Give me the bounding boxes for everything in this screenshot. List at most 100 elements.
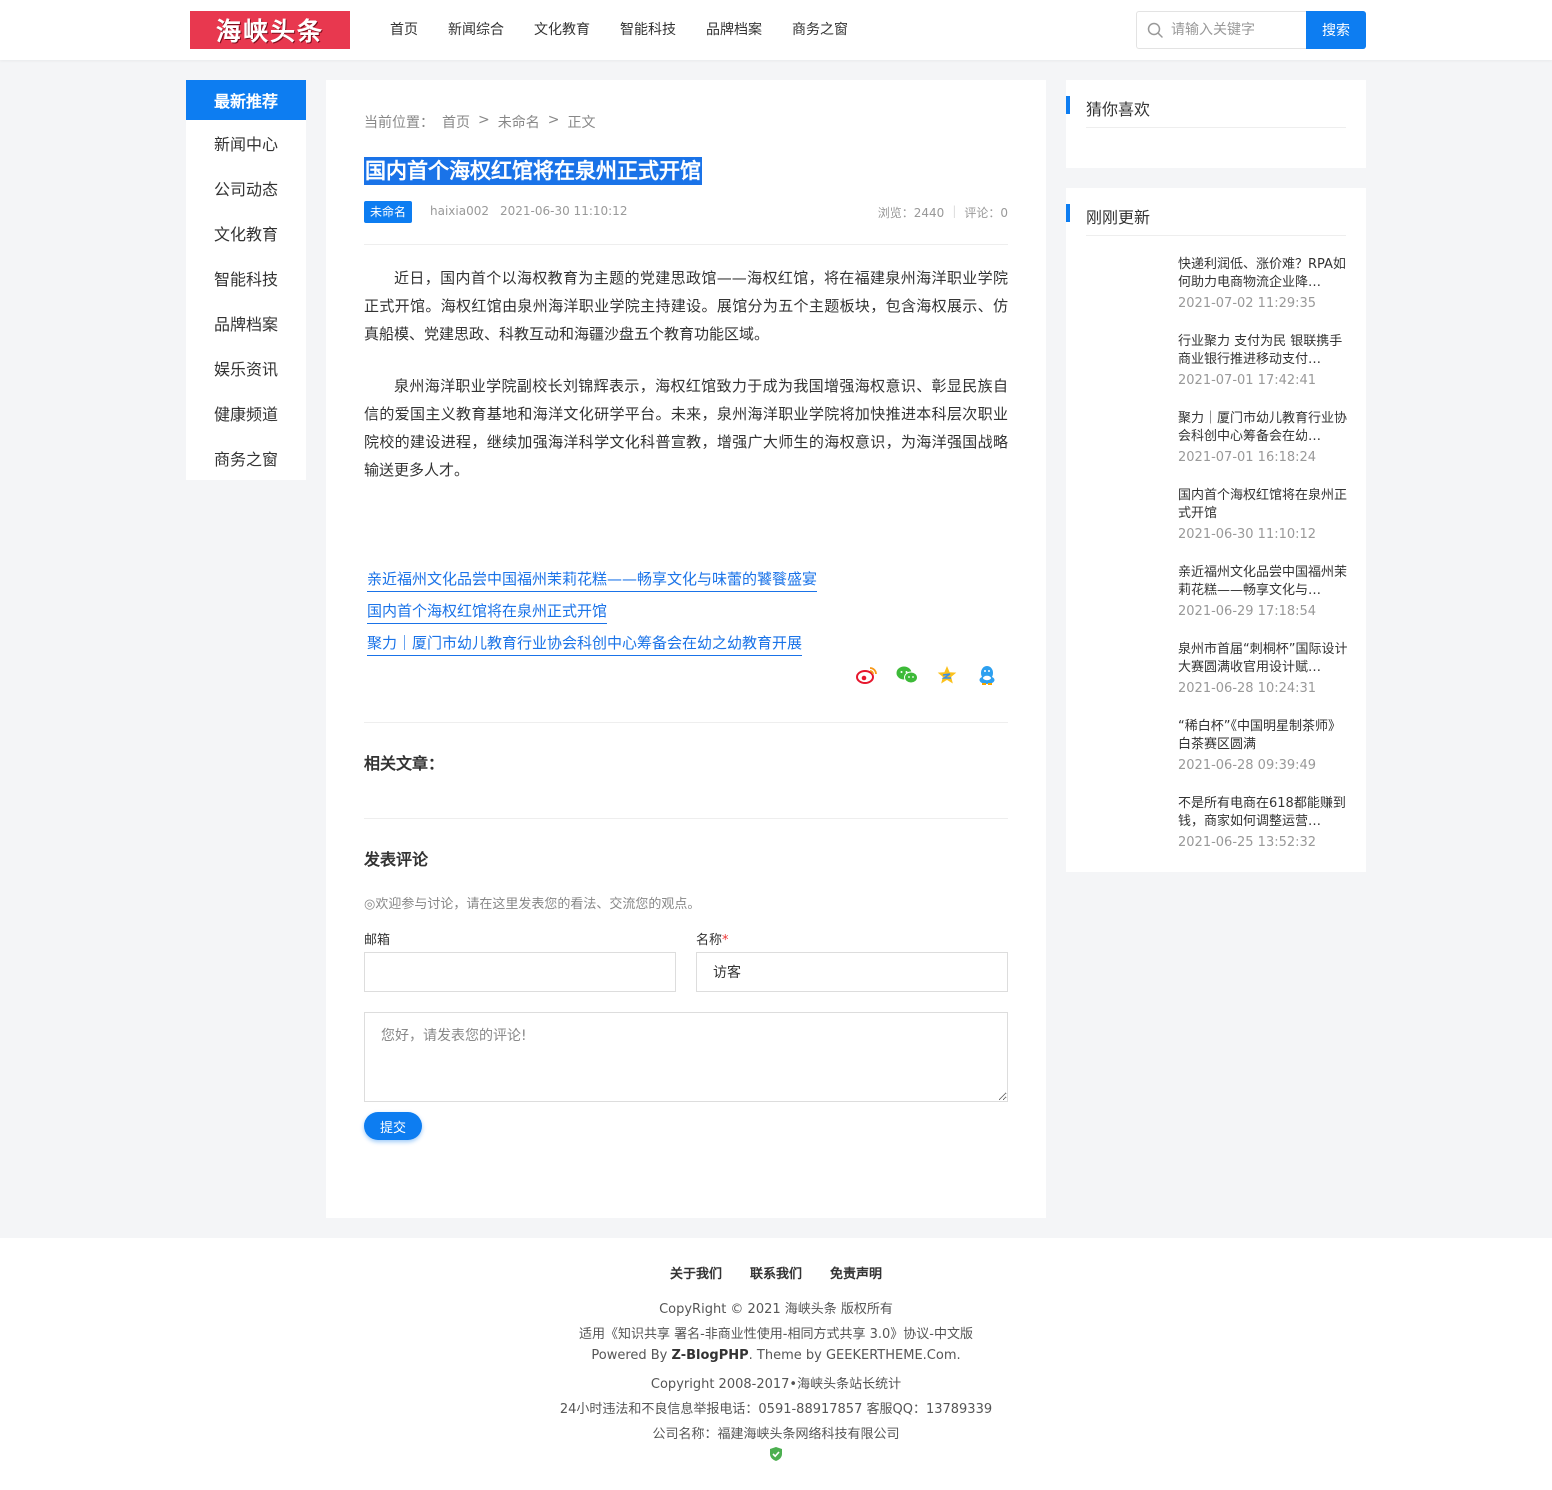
site-footer: 关于我们 联系我们 免责声明 CopyRight © 2021 海峡头条 版权所… bbox=[0, 1238, 1552, 1490]
article-body: 近日，国内首个以海权教育为主题的党建思政馆——海权红馆，将在福建泉州海洋职业学院… bbox=[364, 264, 1008, 508]
weibo-icon[interactable] bbox=[856, 664, 878, 686]
article-date: 2021-06-30 11:10:12 bbox=[500, 204, 628, 218]
wechat-icon[interactable] bbox=[896, 664, 918, 686]
footer-link-disclaimer[interactable]: 免责声明 bbox=[830, 1263, 882, 1282]
article-title: 国内首个海权红馆将在泉州正式开馆 bbox=[364, 157, 702, 185]
divider bbox=[1086, 127, 1346, 128]
divider bbox=[1086, 235, 1346, 236]
guess-you-like-title: 猜你喜欢 bbox=[1086, 100, 1151, 119]
left-nav-item-news-center[interactable]: 新闻中心 bbox=[186, 120, 306, 165]
article-link[interactable]: 亲近福州文化品尝中国福州茉莉花糕——畅享文化与味蕾的饕餮盛宴 bbox=[367, 567, 818, 592]
breadcrumb-prefix: 当前位置： bbox=[364, 115, 434, 131]
shield-icon[interactable] bbox=[769, 1446, 783, 1462]
related-articles-title: 相关文章： bbox=[364, 754, 445, 773]
comment-textarea[interactable] bbox=[364, 1012, 1008, 1102]
footer-report: 24小时违法和不良信息举报电话：0591-88917857 客服QQ：13789… bbox=[559, 1402, 993, 1417]
article-links: 亲近福州文化品尝中国福州茉莉花糕——畅享文化与味蕾的饕餮盛宴 国内首个海权红馆将… bbox=[367, 567, 818, 663]
recent-news-item[interactable]: 泉州市首届“刺桐杯”国际设计大赛圆满收官用设计赋… 2021-06-28 10:… bbox=[1178, 641, 1348, 698]
footer-copyright: CopyRight © 2021 海峡头条 版权所有 bbox=[659, 1302, 893, 1317]
footer-license[interactable]: 适用《知识共享 署名-非商业性使用-相同方式共享 3.0》协议-中文版 bbox=[0, 1323, 1552, 1342]
article-author: haixia002 bbox=[430, 204, 489, 218]
recent-news-date: 2021-06-30 11:10:12 bbox=[1178, 527, 1317, 542]
site-header: 海峡头条 首页 新闻综合 文化教育 智能科技 品牌档案 商务之窗 搜索 bbox=[0, 0, 1552, 60]
left-nav-item-entertainment[interactable]: 娱乐资讯 bbox=[186, 345, 306, 390]
main-nav: 首页 新闻综合 文化教育 智能科技 品牌档案 商务之窗 bbox=[390, 19, 878, 41]
nav-culture-education[interactable]: 文化教育 bbox=[534, 19, 590, 41]
recent-updates-box: 刚刚更新 快递利润低、涨价难？RPA如何助力电商物流企业降… 2021-07-0… bbox=[1066, 188, 1366, 872]
recent-news-date: 2021-07-01 16:18:24 bbox=[1178, 450, 1317, 465]
recent-news-date: 2021-06-28 09:39:49 bbox=[1178, 758, 1317, 773]
recent-news-item[interactable]: 国内首个海权红馆将在泉州正式开馆 2021-06-30 11:10:12 bbox=[1178, 487, 1348, 544]
recent-news-title: 行业聚力 支付为民 银联携手商业银行推进移动支付… bbox=[1178, 334, 1343, 367]
recent-news-date: 2021-07-01 17:42:41 bbox=[1178, 373, 1317, 388]
nav-brand-archive[interactable]: 品牌档案 bbox=[706, 19, 762, 41]
article-paragraph: 泉州海洋职业学院副校长刘锦辉表示，海权红馆致力于成为我国增强海权意识、彰显民族自… bbox=[364, 377, 1008, 479]
recent-news-item[interactable]: 亲近福州文化品尝中国福州茉莉花糕——畅享文化与… 2021-06-29 17:1… bbox=[1178, 564, 1348, 621]
recent-news-title: 泉州市首届“刺桐杯”国际设计大赛圆满收官用设计赋… bbox=[1178, 642, 1348, 675]
site-logo[interactable]: 海峡头条 bbox=[190, 11, 350, 49]
article-link[interactable]: 国内首个海权红馆将在泉州正式开馆 bbox=[367, 599, 608, 624]
article-meta: 未命名 haixia002 2021-06-30 11:10:12 浏览：244… bbox=[364, 200, 1008, 224]
recent-news-item[interactable]: 聚力｜厦门市幼儿教育行业协会科创中心筹备会在幼… 2021-07-01 16:1… bbox=[1178, 410, 1348, 467]
search-box: 搜索 bbox=[1136, 11, 1366, 49]
nav-home[interactable]: 首页 bbox=[390, 19, 418, 41]
recent-news-date: 2021-06-25 13:52:32 bbox=[1178, 835, 1317, 850]
recent-news-item[interactable]: “稀白杯”《中国明星制茶师》白茶赛区圆满 2021-06-28 09:39:49 bbox=[1178, 718, 1348, 775]
left-nav-item-company-news[interactable]: 公司动态 bbox=[186, 165, 306, 210]
article-paragraph: 近日，国内首个以海权教育为主题的党建思政馆——海权红馆，将在福建泉州海洋职业学院… bbox=[364, 269, 1008, 343]
left-nav-item-culture-education[interactable]: 文化教育 bbox=[186, 210, 306, 255]
nav-news[interactable]: 新闻综合 bbox=[448, 19, 504, 41]
footer-links: 关于我们 联系我们 免责声明 bbox=[0, 1263, 1552, 1282]
section-marker bbox=[1066, 96, 1070, 114]
recent-news-item[interactable]: 不是所有电商在618都能赚到钱，商家如何调整运营… 2021-06-25 13:… bbox=[1178, 795, 1348, 852]
nav-business[interactable]: 商务之窗 bbox=[792, 19, 848, 41]
recent-news-title: 快递利润低、涨价难？RPA如何助力电商物流企业降… bbox=[1178, 257, 1346, 290]
divider bbox=[364, 722, 1008, 723]
guess-you-like-box: 猜你喜欢 bbox=[1066, 80, 1366, 168]
footer-company: 公司名称：福建海峡头条网络科技有限公司 bbox=[652, 1427, 900, 1442]
comment-count: 评论：0 bbox=[964, 206, 1008, 220]
left-nav-item-health[interactable]: 健康频道 bbox=[186, 390, 306, 435]
recent-news-item[interactable]: 行业聚力 支付为民 银联携手商业银行推进移动支付… 2021-07-01 17:… bbox=[1178, 333, 1348, 390]
share-bar bbox=[856, 664, 1016, 686]
left-nav-item-smart-tech[interactable]: 智能科技 bbox=[186, 255, 306, 300]
comment-section-title: 发表评论 bbox=[364, 850, 429, 869]
category-tag[interactable]: 未命名 bbox=[364, 201, 413, 223]
comment-hint: ◎欢迎参与讨论，请在这里发表您的看法、交流您的观点。 bbox=[364, 897, 701, 912]
recent-news-date: 2021-06-29 17:18:54 bbox=[1178, 604, 1317, 619]
breadcrumb-home[interactable]: 首页 bbox=[442, 112, 470, 132]
article-link[interactable]: 聚力｜厦门市幼儿教育行业协会科创中心筹备会在幼之幼教育开展 bbox=[367, 631, 803, 656]
left-nav-head[interactable]: 最新推荐 bbox=[186, 80, 306, 120]
recent-news-item[interactable]: 快递利润低、涨价难？RPA如何助力电商物流企业降… 2021-07-02 11:… bbox=[1178, 256, 1348, 313]
email-field[interactable] bbox=[364, 952, 676, 992]
breadcrumb-category[interactable]: 未命名 bbox=[498, 112, 540, 132]
left-category-nav: 最新推荐 新闻中心 公司动态 文化教育 智能科技 品牌档案 娱乐资讯 健康频道 … bbox=[186, 80, 306, 480]
footer-link-contact[interactable]: 联系我们 bbox=[750, 1263, 802, 1282]
name-field[interactable] bbox=[696, 952, 1008, 992]
recent-news-date: 2021-07-02 11:29:35 bbox=[1178, 296, 1317, 311]
nav-smart-tech[interactable]: 智能科技 bbox=[620, 19, 676, 41]
search-button[interactable]: 搜索 bbox=[1306, 11, 1366, 49]
view-count: 浏览：2440 bbox=[877, 206, 945, 220]
article-panel: 当前位置： 首页 > 未命名 > 正文 国内首个海权红馆将在泉州正式开馆 未命名… bbox=[326, 80, 1046, 1218]
footer-link-about[interactable]: 关于我们 bbox=[670, 1263, 722, 1282]
footer-copyright-stats: Copyright 2008-2017•海峡头条站长统计 bbox=[650, 1377, 902, 1392]
search-input[interactable] bbox=[1171, 12, 1305, 48]
breadcrumb-current: 正文 bbox=[567, 115, 596, 131]
name-label: 名称* bbox=[696, 933, 729, 948]
breadcrumb: 当前位置： 首页 > 未命名 > 正文 bbox=[364, 112, 603, 132]
recent-news-title: 聚力｜厦门市幼儿教育行业协会科创中心筹备会在幼… bbox=[1178, 411, 1348, 444]
recent-news-date: 2021-06-28 10:24:31 bbox=[1178, 681, 1317, 696]
divider bbox=[364, 818, 1008, 819]
breadcrumb-separator: > bbox=[478, 112, 490, 128]
left-nav-item-business[interactable]: 商务之窗 bbox=[186, 435, 306, 480]
submit-comment-button[interactable]: 提交 bbox=[364, 1112, 422, 1140]
zblog-link[interactable]: Z-BlogPHP bbox=[672, 1348, 749, 1363]
recent-news-title: “稀白杯”《中国明星制茶师》白茶赛区圆满 bbox=[1178, 719, 1341, 752]
left-nav-item-brand-archive[interactable]: 品牌档案 bbox=[186, 300, 306, 345]
recent-news-title: 亲近福州文化品尝中国福州茉莉花糕——畅享文化与… bbox=[1178, 565, 1348, 598]
footer-powered-by: Powered By Z-BlogPHP. Theme by GEEKERTHE… bbox=[591, 1348, 961, 1363]
qq-icon[interactable] bbox=[976, 664, 998, 686]
qzone-icon[interactable] bbox=[936, 664, 958, 686]
recent-updates-title: 刚刚更新 bbox=[1086, 208, 1151, 227]
